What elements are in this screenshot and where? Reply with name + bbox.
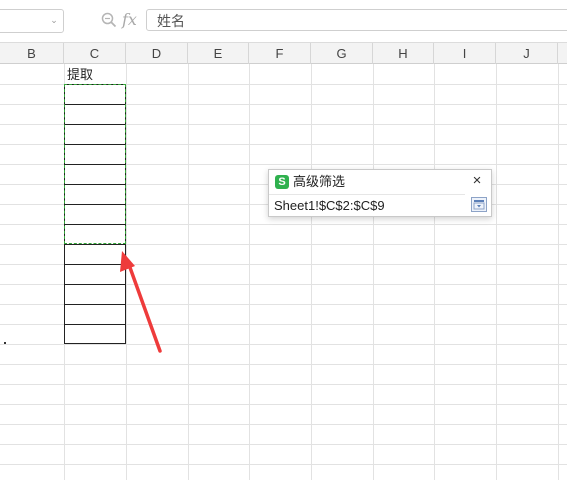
- close-button[interactable]: ×: [469, 172, 485, 190]
- range-input[interactable]: Sheet1!$C$2:$C$9: [269, 194, 465, 216]
- dialog-title: 高级筛选: [293, 174, 346, 189]
- advanced-filter-dialog: S 高级筛选 × Sheet1!$C$2:$C$9: [268, 169, 492, 217]
- app-logo-icon: S: [275, 175, 289, 189]
- dialog-title-bar[interactable]: S 高级筛选 ×: [269, 170, 491, 194]
- expand-dialog-button[interactable]: [471, 197, 487, 212]
- annotation-arrow: [120, 251, 162, 353]
- expand-icon: [473, 200, 485, 210]
